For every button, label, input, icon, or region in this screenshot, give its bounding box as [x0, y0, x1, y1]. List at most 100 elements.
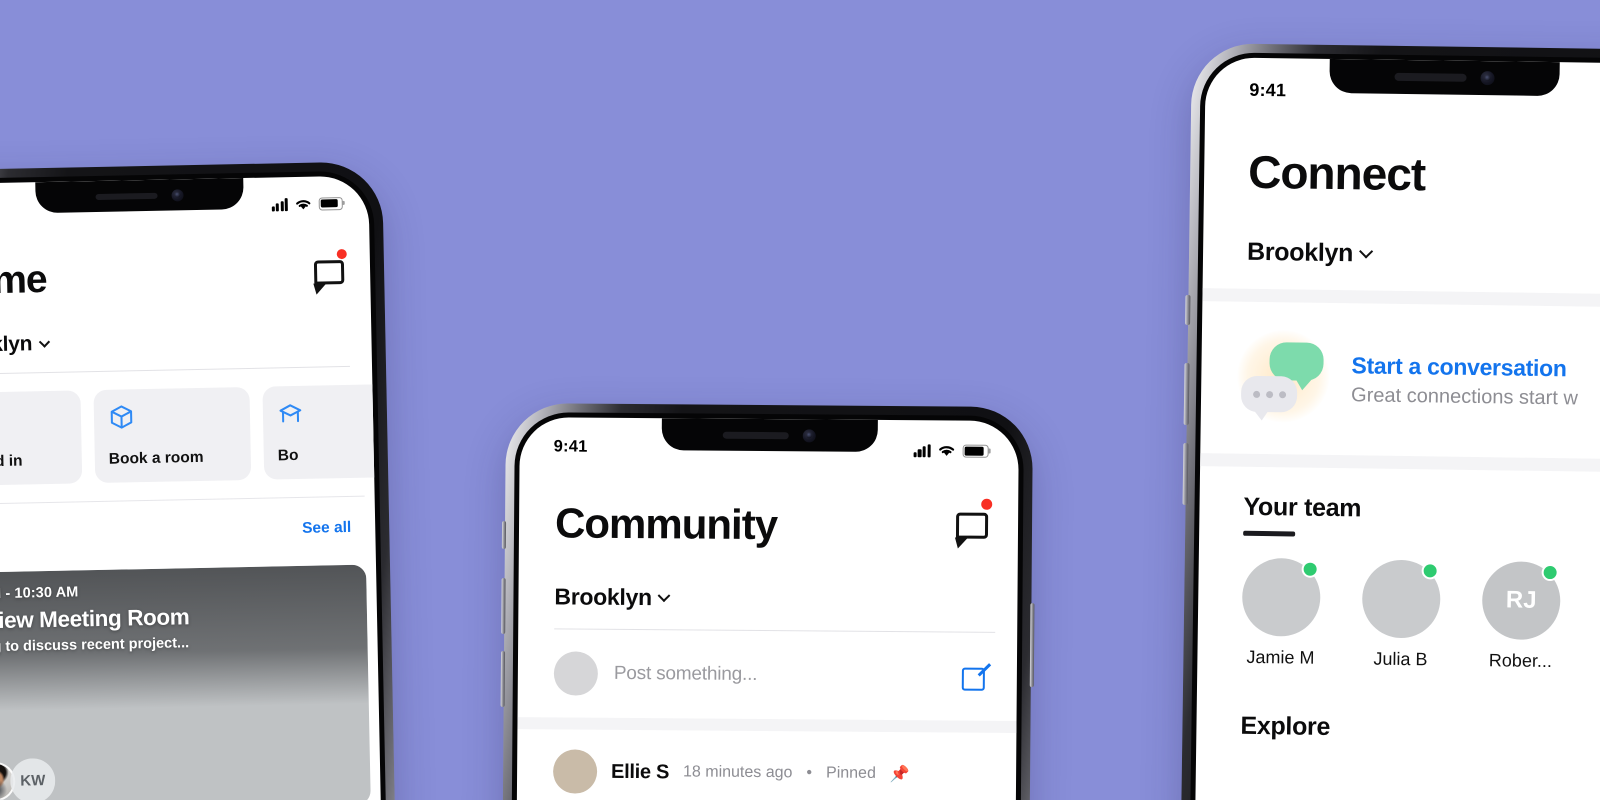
team-member[interactable]: Julia B — [1361, 559, 1441, 670]
phone-mid-bezel: 9:41 Community Brooklyn Post something..… — [508, 412, 1024, 800]
team-members-row[interactable]: Jamie M Julia B RJ Rober... — [1241, 557, 1600, 675]
home-header: Home — [0, 230, 371, 305]
location-name: Brooklyn — [554, 583, 652, 611]
phone-device-left: 9:41 Home — [0, 161, 403, 800]
phone-right-bezel: 9:41 Connect Brooklyn Start a conversati… — [1187, 52, 1600, 800]
phone-right-mute-switch — [1185, 294, 1191, 326]
team-member-name: Rober... — [1488, 650, 1553, 672]
page-title: Connect — [1247, 145, 1426, 201]
page-title: Home — [0, 258, 47, 304]
chevron-down-icon — [657, 588, 671, 602]
connect-header: Connect — [1204, 119, 1600, 204]
quick-action-checked-in[interactable]: Checked in — [0, 390, 83, 487]
online-status-dot — [1421, 562, 1439, 580]
location-name: Brooklyn — [0, 332, 33, 358]
chevron-down-icon — [38, 336, 50, 348]
avatar — [552, 749, 598, 794]
chat-bubbles-illustration — [1229, 324, 1338, 433]
location-selector[interactable]: Brooklyn — [518, 547, 1017, 614]
avatar-wrapper — [1241, 557, 1321, 637]
section-active-underline — [1243, 530, 1296, 537]
section-title: Your team — [1243, 492, 1362, 523]
attendee-avatars[interactable]: KW — [0, 757, 56, 800]
quick-action-label: Book a room — [108, 448, 204, 468]
messages-button[interactable] — [313, 248, 347, 295]
promo-text: Start a conversation Great connections s… — [1351, 352, 1579, 410]
post-pinned-label: Pinned — [825, 764, 876, 782]
team-member-name: Jamie M — [1246, 646, 1315, 668]
status-indicators — [271, 196, 343, 211]
phone-right-volume-up — [1183, 362, 1190, 425]
cellular-signal-icon — [913, 443, 931, 458]
meeting-title: Bayview Meeting Room — [0, 604, 190, 635]
status-clock: 9:41 — [553, 437, 588, 456]
cellular-signal-icon — [271, 198, 288, 211]
avatar-wrapper — [1361, 559, 1441, 639]
post-input-placeholder[interactable]: Post something... — [614, 663, 946, 688]
post-author: Ellie S — [611, 760, 670, 783]
chevron-down-icon — [1358, 244, 1374, 259]
start-conversation-card[interactable]: Start a conversation Great connections s… — [1200, 301, 1600, 460]
status-indicators — [913, 442, 989, 458]
community-app-content: Community Brooklyn Post something... Ell… — [513, 475, 1018, 800]
phone-right-volume-down — [1182, 442, 1189, 505]
status-clock: 9:41 — [1249, 79, 1287, 100]
quick-action-book-a-desk[interactable]: Bo — [262, 383, 388, 480]
typing-bubble-icon — [1240, 375, 1298, 413]
see-all-link[interactable]: See all — [302, 519, 351, 538]
avatar-wrapper: RJ — [1481, 561, 1561, 641]
page-title: Community — [554, 499, 778, 549]
section-title: Explore — [1240, 711, 1331, 741]
unread-badge-dot — [336, 248, 347, 260]
meeting-card[interactable]: 9:30 AM - 10:30 AM Bayview Meeting Room … — [0, 564, 371, 800]
phone-mid-volume-down — [500, 650, 506, 707]
up-next-header: Up next See all — [0, 496, 375, 546]
messages-button[interactable] — [954, 498, 993, 549]
quick-action-book-a-room[interactable]: Book a room — [93, 386, 252, 484]
your-team-section: Your team Jamie M Julia B RJ Rober... — [1197, 466, 1600, 674]
online-status-dot — [1301, 560, 1319, 578]
wifi-icon — [939, 446, 955, 456]
location-selector[interactable]: Brooklyn — [0, 296, 372, 359]
phone-mid-screen: 9:41 Community Brooklyn Post something..… — [513, 417, 1019, 800]
team-member[interactable]: Jamie M — [1241, 557, 1321, 669]
message-bubble-icon — [954, 512, 989, 549]
home-app-content: Home Brooklyn Checked in Book a room Bo … — [0, 230, 388, 800]
phone-mid-volume-up — [501, 577, 506, 635]
post-composer[interactable]: Post something... — [518, 629, 1018, 721]
avatar-initials: KW — [9, 757, 56, 800]
message-bubble-icon — [313, 260, 345, 295]
quick-action-label: Checked in — [0, 452, 23, 472]
community-header: Community — [519, 475, 1019, 551]
screenshot-canvas: 9:41 Home — [0, 0, 1600, 800]
compose-square-pencil-icon[interactable] — [961, 662, 991, 691]
wifi-icon — [296, 199, 311, 209]
team-member[interactable]: RJ Rober... — [1481, 561, 1561, 672]
desk-icon — [279, 404, 302, 423]
quick-actions-carousel[interactable]: Checked in Book a room Bo — [0, 366, 388, 487]
meeting-card-text: 9:30 AM - 10:30 AM Bayview Meeting Room … — [0, 579, 354, 656]
team-member-name: Julia B — [1373, 648, 1428, 670]
feed-post-header[interactable]: Ellie S 18 minutes ago • Pinned 📌 — [517, 729, 1016, 797]
post-meta-separator: • — [806, 764, 813, 782]
location-selector[interactable]: Brooklyn — [1203, 197, 1600, 273]
quick-action-label: Bo — [277, 446, 299, 465]
green-bubble-icon — [1269, 342, 1324, 381]
battery-icon — [318, 197, 343, 211]
status-bar: 9:41 — [520, 417, 1019, 465]
location-name: Brooklyn — [1246, 237, 1354, 268]
phone-left-screen: 9:41 Home — [0, 175, 388, 800]
phone-mid-mute-switch — [501, 520, 507, 550]
explore-section: Explore — [1196, 667, 1600, 747]
post-timestamp: 18 minutes ago — [682, 763, 793, 782]
cube-icon — [110, 405, 133, 429]
phone-mid-power-button — [1029, 603, 1035, 688]
status-bar: 9:41 — [0, 176, 369, 225]
avatar — [553, 651, 599, 696]
phone-device-middle: 9:41 Community Brooklyn Post something..… — [499, 403, 1035, 800]
pin-icon: 📌 — [889, 766, 910, 784]
online-status-dot — [1541, 563, 1559, 582]
connect-app-content: Connect Brooklyn Start a conversation Gr… — [1192, 119, 1600, 800]
promo-subtitle: Great connections start w — [1350, 383, 1579, 409]
status-bar: 9:41 — [1205, 57, 1600, 112]
